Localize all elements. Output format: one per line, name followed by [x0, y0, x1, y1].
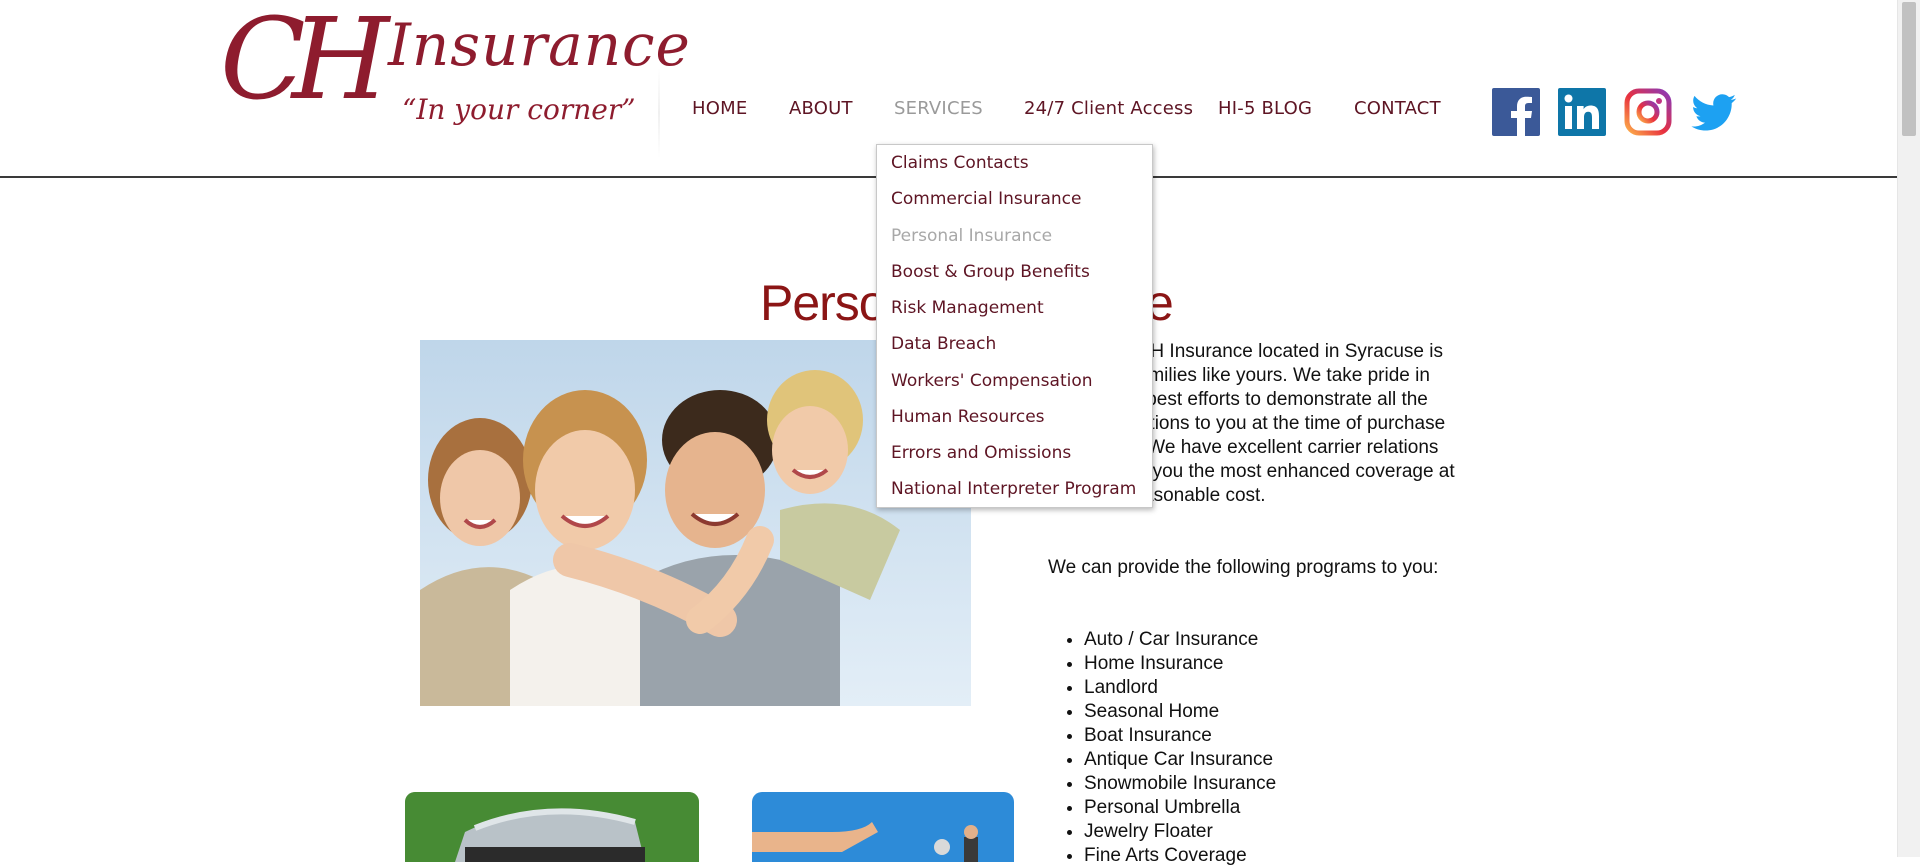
- programs-list: Auto / Car Insurance Home Insurance Land…: [1048, 628, 1276, 868]
- list-item: Snowmobile Insurance: [1084, 772, 1276, 796]
- nav-contact[interactable]: CONTACT: [1354, 98, 1441, 119]
- menu-item-commercial-insurance[interactable]: Commercial Insurance: [891, 189, 1082, 209]
- nav-client-access[interactable]: 24/7 Client Access: [1024, 98, 1193, 119]
- scrollbar-thumb[interactable]: [1902, 2, 1916, 136]
- list-item: Home Insurance: [1084, 652, 1276, 676]
- logo-divider: [658, 68, 660, 158]
- list-item: Personal Umbrella: [1084, 796, 1276, 820]
- list-item: Seasonal Home: [1084, 700, 1276, 724]
- page-scrollbar[interactable]: [1897, 0, 1920, 857]
- list-item: Boat Insurance: [1084, 724, 1276, 748]
- nav-about[interactable]: ABOUT: [789, 98, 853, 119]
- logo-wordmark: Insurance: [388, 11, 691, 79]
- instagram-icon[interactable]: [1624, 88, 1672, 136]
- list-item: Jewelry Floater: [1084, 820, 1276, 844]
- nav-home[interactable]: HOME: [692, 98, 747, 119]
- house-keys-photo: [752, 792, 1014, 862]
- facebook-icon[interactable]: [1492, 88, 1540, 136]
- programs-intro: We can provide the following programs to…: [1048, 557, 1439, 578]
- nav-blog[interactable]: HI-5 BLOG: [1218, 98, 1312, 119]
- nav-services[interactable]: SERVICES: [894, 98, 983, 119]
- list-item: Landlord: [1084, 676, 1276, 700]
- menu-item-risk-management[interactable]: Risk Management: [891, 298, 1044, 318]
- list-item: Fine Arts Coverage: [1084, 844, 1276, 868]
- site-logo[interactable]: CH Insurance “In your corner”: [218, 4, 690, 158]
- menu-item-workers-compensation[interactable]: Workers' Compensation: [891, 371, 1093, 391]
- menu-item-personal-insurance[interactable]: Personal Insurance: [891, 226, 1052, 246]
- menu-item-national-interpreter-program[interactable]: National Interpreter Program: [891, 479, 1136, 499]
- menu-item-claims-contacts[interactable]: Claims Contacts: [891, 153, 1029, 173]
- menu-item-errors-omissions[interactable]: Errors and Omissions: [891, 443, 1071, 463]
- list-item: Antique Car Insurance: [1084, 748, 1276, 772]
- logo-tagline: “In your corner”: [402, 93, 636, 126]
- logo-monogram: CH: [220, 0, 389, 125]
- menu-item-human-resources[interactable]: Human Resources: [891, 407, 1045, 427]
- services-dropdown-menu: Claims Contacts Commercial Insurance Per…: [876, 144, 1153, 508]
- menu-item-data-breach[interactable]: Data Breach: [891, 334, 996, 354]
- linkedin-icon[interactable]: [1558, 88, 1606, 136]
- twitter-icon[interactable]: [1690, 88, 1738, 136]
- list-item: Auto / Car Insurance: [1084, 628, 1276, 652]
- menu-item-boost-group-benefits[interactable]: Boost & Group Benefits: [891, 262, 1090, 282]
- car-roof-box-photo: [405, 792, 699, 862]
